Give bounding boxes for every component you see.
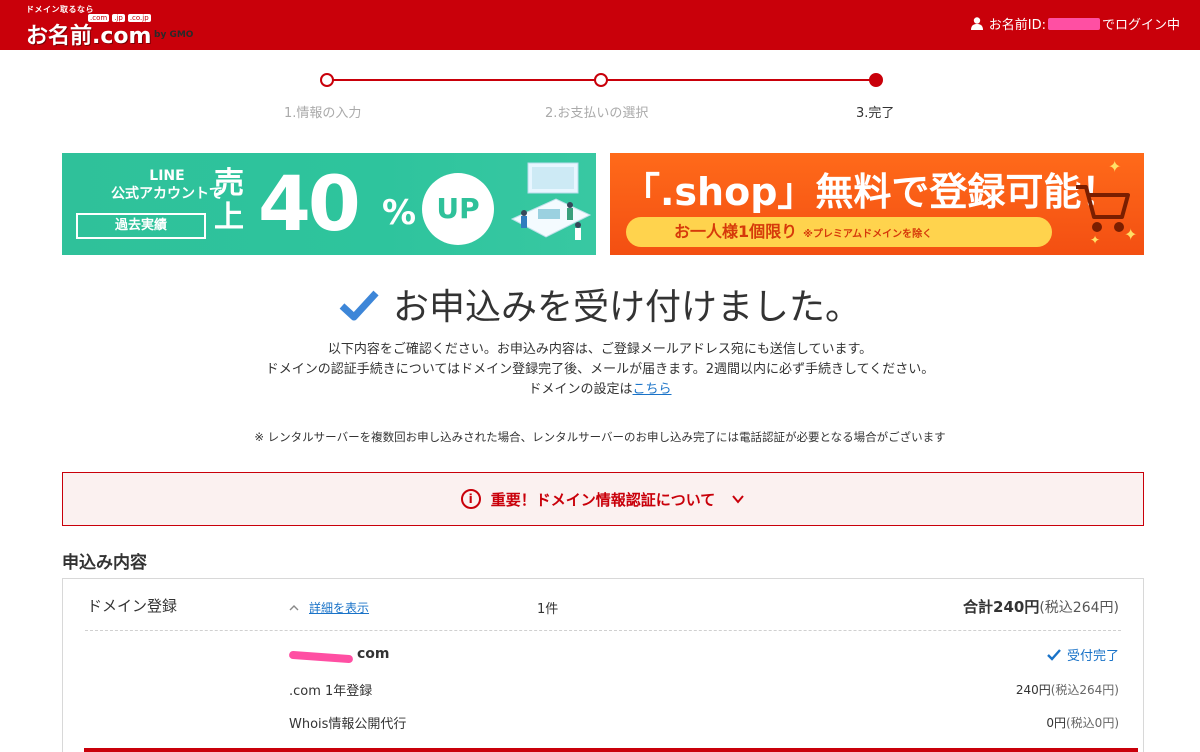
login-suffix: でログイン中 [1101,18,1180,33]
sparkle-icon: ✦ [1090,233,1101,247]
login-status[interactable]: お名前ID: でログイン中 [970,14,1180,33]
masked-domain [288,650,354,664]
order-item-price: 0円(税込0円) [1046,714,1119,731]
confirmation-title-text: お申込みを受け付けました。 [392,287,861,328]
important-notice-toggle[interactable]: i 重要！ドメイン情報認証について [62,472,1144,526]
line-banner-line1: LINE [149,168,185,184]
line-banner-line2: 公式アカウントで [111,186,223,202]
line-ad-banner[interactable]: LINE 公式アカウントで 過去実績 売上 40 % UP [62,153,596,255]
logo-gmo: by GMO [154,30,194,40]
confirmation-title: お申込みを受け付けました。 [0,278,1200,330]
item-price: 0円 [1046,716,1066,730]
top-header: ドメイン取るなら .com .jp .co.jp お名前.com by GMO お名… [0,0,1200,50]
show-details-label: 詳細を表示 [309,601,370,615]
progress-steps: 1.情報の入力 2.お支払いの選択 3.完了 [0,64,1200,124]
step-label-3: 3.完了 [856,106,895,121]
step-label-2: 2.お支払いの選択 [545,106,649,121]
domain-suffix: com [357,646,390,662]
shop-banner-pill: お一人様1個限り ※プレミアムドメインを除く [626,217,1052,247]
check-icon [339,290,379,321]
logo-tagline: ドメイン取るなら [26,5,94,14]
description-line-2: ドメインの認証手続きについてはドメイン登録完了後、メールが届きます。2週間以内に… [265,362,935,377]
rental-server-note: ※ レンタルサーバーを複数回お申し込みされた場合、レンタルサーバーのお申し込み完… [254,430,946,444]
status-badge: 受付完了 [1047,645,1119,664]
masked-id [1047,17,1100,30]
sparkle-icon: ✦ [1124,225,1138,244]
step-dot-3 [869,73,883,87]
domain-settings-link[interactable]: こちら [633,382,672,397]
user-icon [970,17,983,30]
order-item-price: 240円(税込264円) [1016,681,1119,698]
order-details-box: ドメイン登録 詳細を表示 1件 合計240円(税込264円) com 受付完了 … [62,578,1144,752]
chevron-down-icon [732,495,745,504]
confirmation-description: 以下内容をご確認ください。お申込み内容は、ご登録メールアドレス宛にも送信していま… [0,340,1200,400]
next-section-border [84,748,1138,752]
important-notice-label: 重要！ドメイン情報認証について [490,490,716,509]
login-prefix: お名前ID: [988,18,1046,33]
step-label-1: 1.情報の入力 [284,106,362,121]
total-tax: (税込264円) [1039,600,1119,616]
shop-banner-headline: 「.shop」無料で登録可能！ [622,170,1120,214]
item-tax: (税込264円) [1050,683,1119,697]
line-banner-heading: LINE 公式アカウントで [102,167,232,203]
description-line-1: 以下内容をご確認ください。お申込み内容は、ご登録メールアドレス宛にも送信していま… [327,342,873,357]
shop-banner-pill-note: ※プレミアムドメインを除く [803,229,933,240]
sparkle-icon: ✦ [1108,157,1122,176]
description-line-3: ドメインの設定はこちら [0,380,1200,400]
line-banner-up: UP [422,173,494,245]
order-item-name: Whois情報公開代行 [289,717,407,732]
row-divider [85,630,1121,631]
shopping-cart-icon [1076,185,1130,232]
order-total: 合計240円(税込264円) [963,596,1119,617]
status-text: 受付完了 [1066,649,1119,664]
line-banner-box: 過去実績 [76,213,206,239]
line-banner-percent: % [382,193,417,233]
order-category: ドメイン登録 [87,597,178,615]
order-item-name: .com 1年登録 [289,684,373,699]
office-illustration-icon [510,162,592,240]
line-banner-sale: 売上 [214,166,244,235]
line-banner-number: 40 [258,159,361,248]
logo-wordmark: お名前.com [26,24,152,49]
shop-banner-pill-text: お一人様1個限り [674,222,798,241]
info-icon: i [460,489,481,509]
item-price: 240円 [1015,683,1051,697]
total-amount: 合計240円 [963,598,1040,616]
chevron-up-icon [289,604,299,610]
item-tax: (税込0円) [1066,716,1119,730]
step-dot-2 [594,73,608,87]
order-count: 1件 [537,602,559,617]
description-line-3-prefix: ドメインの設定は [528,382,633,397]
onamae-logo[interactable]: ドメイン取るなら .com .jp .co.jp お名前.com by GMO [26,4,196,49]
show-details-toggle[interactable]: 詳細を表示 [289,599,369,616]
order-section-title: 申込み内容 [62,553,147,573]
shop-ad-banner[interactable]: 「.shop」無料で登録可能！ お一人様1個限り ※プレミアムドメインを除く ✦ … [610,153,1144,255]
check-icon [1047,648,1061,661]
step-dot-1 [320,73,334,87]
domain-name: com [288,646,390,664]
